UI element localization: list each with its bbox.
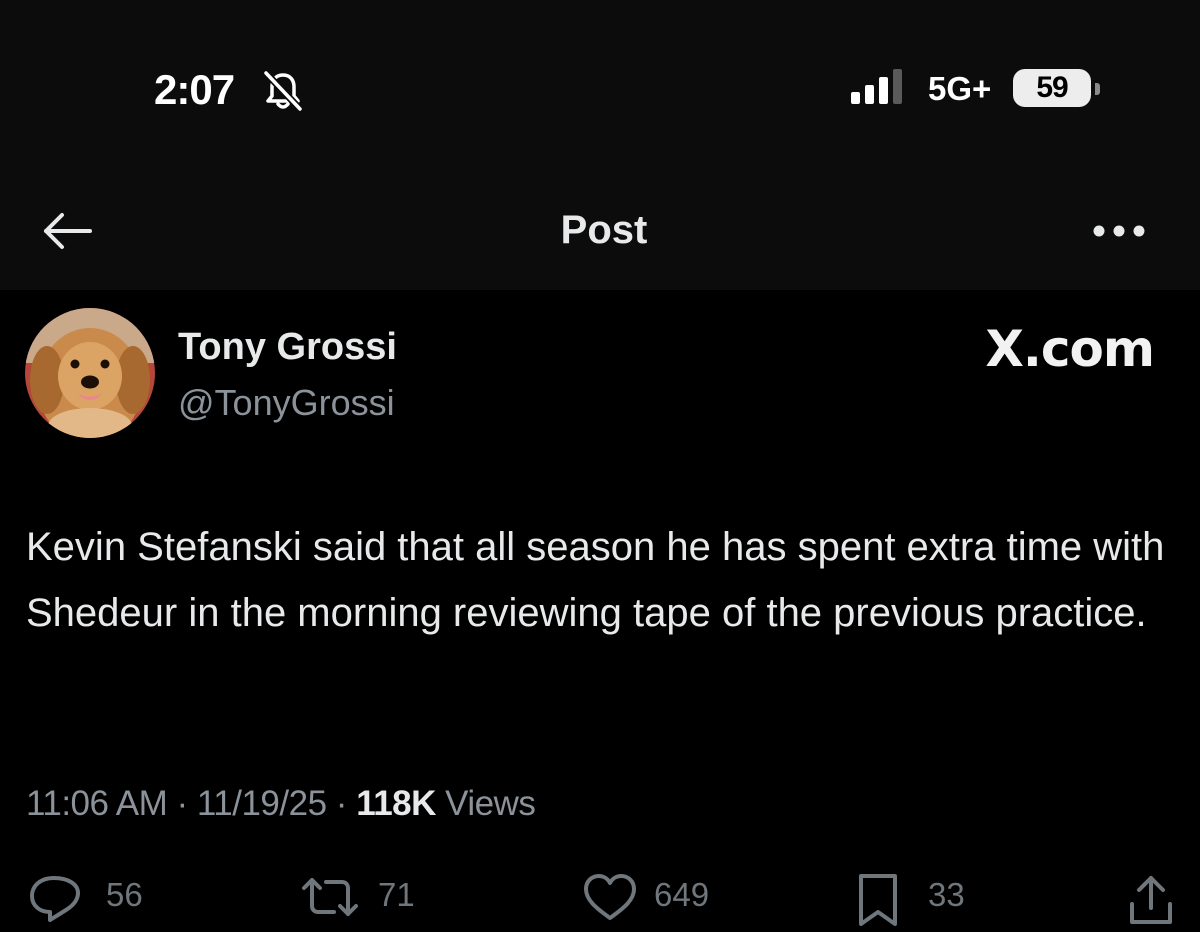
post-text: Kevin Stefanski said that all season he …	[26, 525, 1165, 635]
like-count: 649	[654, 876, 710, 913]
battery-level: 59	[1036, 71, 1068, 104]
avatar-image	[25, 308, 155, 438]
repost-count: 71	[378, 876, 415, 913]
meta-separator: ·	[335, 784, 348, 823]
bookmark-icon	[859, 874, 897, 926]
share-icon	[1130, 876, 1172, 924]
page-title: Post	[560, 208, 648, 252]
reply-count: 56	[106, 876, 143, 913]
header-area: 2:07 5G+ 59 Post	[0, 0, 1200, 290]
reply-button[interactable]: 56	[26, 872, 166, 932]
post-meta: 11:06 AM · 11/19/25 · 118K Views	[26, 784, 536, 824]
repost-icon	[302, 878, 358, 916]
watermark: X.com	[985, 320, 1155, 378]
network-type: 5G+	[928, 70, 992, 107]
status-bar: 2:07 5G+ 59	[0, 0, 1200, 150]
post: Tony Grossi @TonyGrossi X.com Kevin Stef…	[0, 290, 1200, 926]
battery-icon: 59	[1013, 69, 1091, 107]
views-count[interactable]: 118K	[356, 784, 436, 823]
avatar[interactable]	[25, 308, 155, 438]
repost-button[interactable]: 71	[298, 872, 438, 932]
reply-icon	[30, 876, 80, 922]
signal-icon	[851, 69, 902, 104]
author-handle[interactable]: @TonyGrossi	[178, 382, 395, 424]
views-label[interactable]: Views	[445, 784, 536, 823]
bookmark-count: 33	[928, 876, 965, 913]
bell-slash-icon	[263, 71, 303, 111]
meta-separator: ·	[176, 784, 189, 823]
share-button[interactable]	[1126, 872, 1176, 932]
author-name[interactable]: Tony Grossi	[178, 326, 397, 369]
battery-cap	[1095, 83, 1100, 95]
action-bar: 56 71 649 33	[0, 872, 1200, 932]
nav-bar: Post	[0, 180, 1200, 280]
like-button[interactable]: 649	[582, 872, 742, 932]
post-time: 11:06 AM	[26, 784, 168, 823]
more-icon[interactable]	[1090, 220, 1148, 242]
bookmark-button[interactable]: 33	[856, 872, 996, 932]
status-time: 2:07	[154, 66, 235, 113]
post-date: 11/19/25	[196, 784, 327, 823]
like-icon	[584, 874, 636, 920]
